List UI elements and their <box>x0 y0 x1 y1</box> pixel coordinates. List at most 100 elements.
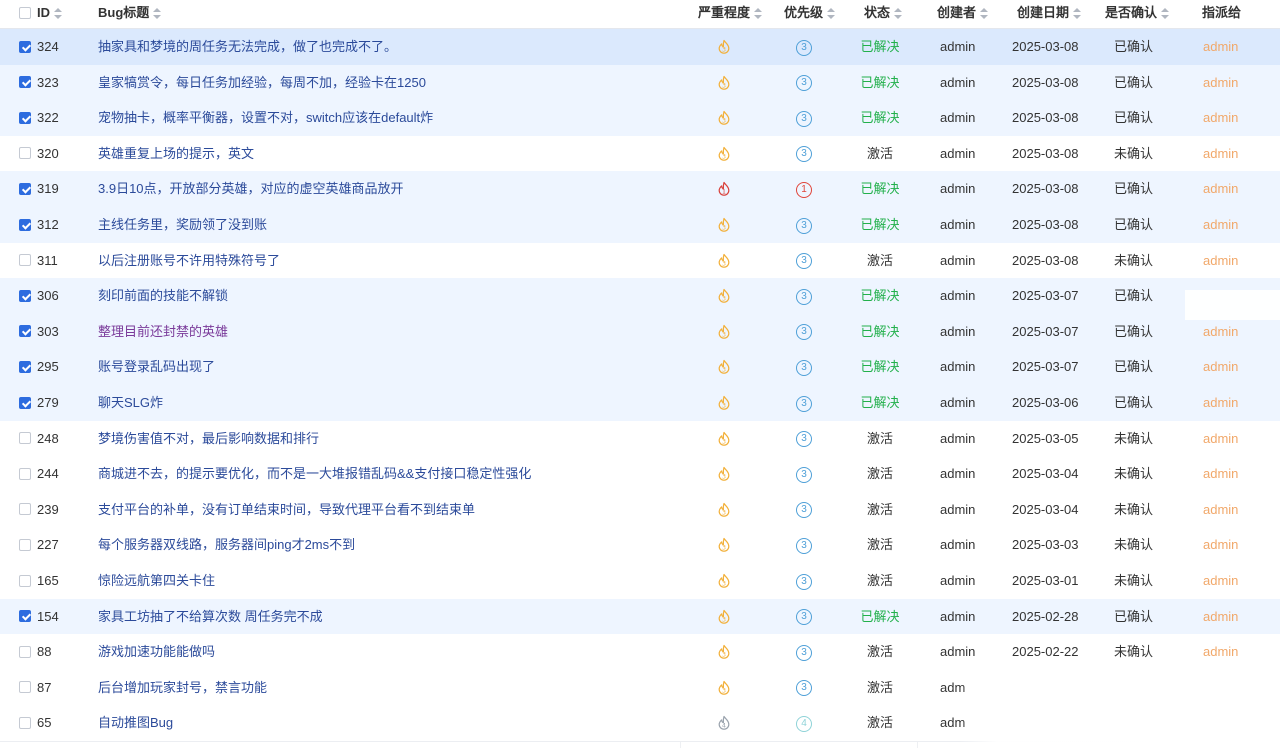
assigned-to-link[interactable]: admin <box>1203 563 1238 599</box>
row-checkbox[interactable] <box>19 111 31 124</box>
table-row[interactable]: 312 主线任务里，奖励领了没到账 3 3 已解决 admin 2025-03-… <box>0 207 1280 244</box>
column-header-severity[interactable]: 严重程度 <box>698 0 763 28</box>
row-checkbox[interactable] <box>19 254 31 267</box>
assigned-to-link[interactable]: admin <box>1203 243 1238 279</box>
row-checkbox[interactable] <box>19 645 31 658</box>
table-row[interactable]: 324 抽家具和梦境的周任务无法完成，做了也完成不了。 3 3 已解决 admi… <box>0 29 1280 66</box>
table-row[interactable]: 319 3.9日10点，开放部分英雄，对应的虚空英雄商品放开 1 1 已解决 a… <box>0 171 1280 208</box>
row-checkbox[interactable] <box>19 574 31 587</box>
row-checkbox[interactable] <box>19 467 31 480</box>
row-checkbox[interactable] <box>19 218 31 231</box>
bug-title-link[interactable]: 宠物抽卡，概率平衡器，设置不对，switch应该在default炸 <box>98 100 678 136</box>
created-date: 2025-03-07 <box>1012 288 1079 304</box>
assigned-to-link[interactable]: admin <box>1203 527 1238 563</box>
sort-icon[interactable] <box>53 7 62 20</box>
table-row[interactable]: 323 皇家犒赏令，每日任务加经验，每周不加，经验卡在1250 3 3 已解决 … <box>0 64 1280 102</box>
flame-icon: 3 <box>716 421 736 457</box>
column-header-assigned[interactable]: 指派给 <box>1202 0 1241 28</box>
creator: admin <box>940 74 976 90</box>
table-row[interactable]: 303 整理目前还封禁的英雄 3 3 已解决 admin 2025-03-07 … <box>0 313 1280 351</box>
table-row[interactable]: 239 支付平台的补单，没有订单结束时间，导致代理平台看不到结束单 3 3 激活… <box>0 491 1280 529</box>
bug-title-link[interactable]: 刻印前面的技能不解锁 <box>98 278 678 314</box>
sort-icon[interactable] <box>979 7 989 20</box>
assigned-to-link[interactable]: admin <box>1203 29 1238 65</box>
column-header-title[interactable]: Bug标题 <box>98 0 162 28</box>
row-checkbox[interactable] <box>19 396 31 409</box>
table-row[interactable]: 311 以后注册账号不许用特殊符号了 3 3 激活 admin 2025-03-… <box>0 242 1280 280</box>
bug-title-link[interactable]: 梦境伤害值不对，最后影响数据和排行 <box>98 421 678 457</box>
bug-title-link[interactable]: 支付平台的补单，没有订单结束时间，导致代理平台看不到结束单 <box>98 492 678 528</box>
row-checkbox[interactable] <box>19 610 31 623</box>
sort-icon[interactable] <box>826 7 836 20</box>
bug-title-link[interactable]: 抽家具和梦境的周任务无法完成，做了也完成不了。 <box>98 29 678 65</box>
assigned-to-link[interactable]: admin <box>1203 207 1238 243</box>
table-row[interactable]: 320 英雄重复上场的提示，英文 3 3 激活 admin 2025-03-08… <box>0 135 1280 173</box>
assigned-to-link[interactable]: admin <box>1203 136 1238 172</box>
table-row[interactable]: 227 每个服务器双线路，服务器间ping才2ms不到 3 3 激活 admin… <box>0 527 1280 564</box>
bug-title-link[interactable]: 聊天SLG炸 <box>98 385 678 421</box>
table-row[interactable]: 88 游戏加速功能能做吗 3 3 激活 admin 2025-02-22 未确认… <box>0 634 1280 671</box>
bug-title-link[interactable]: 自动推图Bug <box>98 705 678 741</box>
row-checkbox[interactable] <box>19 147 31 160</box>
svg-text:1: 1 <box>722 188 726 196</box>
column-header-status[interactable]: 状态 <box>864 0 903 28</box>
bug-title-link[interactable]: 游戏加速功能能做吗 <box>98 634 678 670</box>
assigned-to-link[interactable]: admin <box>1203 456 1238 492</box>
row-checkbox[interactable] <box>19 325 31 338</box>
bug-title-link[interactable]: 后台增加玩家封号，禁言功能 <box>98 670 678 706</box>
table-row[interactable]: 306 刻印前面的技能不解锁 3 3 已解决 admin 2025-03-07 … <box>0 278 1280 315</box>
table-row[interactable]: 279 聊天SLG炸 3 3 已解决 admin 2025-03-06 已确认 … <box>0 385 1280 422</box>
table-row[interactable]: 65 自动推图Bug 4 4 激活 adm <box>0 705 1280 742</box>
row-checkbox[interactable] <box>19 503 31 516</box>
sort-icon[interactable] <box>893 7 903 20</box>
row-checkbox[interactable] <box>19 182 31 195</box>
row-checkbox[interactable] <box>19 432 31 445</box>
row-checkbox[interactable] <box>19 681 31 694</box>
row-checkbox[interactable] <box>19 76 31 89</box>
table-row[interactable]: 295 账号登录乱码出现了 3 3 已解决 admin 2025-03-07 已… <box>0 349 1280 386</box>
bug-title-link[interactable]: 账号登录乱码出现了 <box>98 349 678 385</box>
bug-title-link[interactable]: 3.9日10点，开放部分英雄，对应的虚空英雄商品放开 <box>98 171 678 207</box>
bug-title-link[interactable]: 整理目前还封禁的英雄 <box>98 314 678 350</box>
bug-title-link[interactable]: 皇家犒赏令，每日任务加经验，每周不加，经验卡在1250 <box>98 65 678 101</box>
table-row[interactable]: 248 梦境伤害值不对，最后影响数据和排行 3 3 激活 admin 2025-… <box>0 420 1280 458</box>
bug-title-link[interactable]: 惊险远航第四关卡住 <box>98 563 678 599</box>
bug-title-link[interactable]: 商城进不去，的提示要优化，而不是一大堆报错乱码&&支付接口稳定性强化 <box>98 456 678 492</box>
sort-icon[interactable] <box>1160 7 1170 20</box>
bug-title-link[interactable]: 主线任务里，奖励领了没到账 <box>98 207 678 243</box>
row-checkbox[interactable] <box>19 40 31 53</box>
column-header-created-date[interactable]: 创建日期 <box>1017 0 1082 28</box>
assigned-to-link[interactable]: admin <box>1203 634 1238 670</box>
bug-title-link[interactable]: 英雄重复上场的提示，英文 <box>98 136 678 172</box>
select-all-checkbox[interactable] <box>19 7 31 19</box>
row-checkbox[interactable] <box>19 289 31 302</box>
row-checkbox[interactable] <box>19 538 31 551</box>
bug-title-link[interactable]: 以后注册账号不许用特殊符号了 <box>98 243 678 279</box>
table-row[interactable]: 165 惊险远航第四关卡住 3 3 激活 admin 2025-03-01 未确… <box>0 563 1280 600</box>
assigned-to-link[interactable]: admin <box>1203 100 1238 136</box>
assigned-to-link[interactable]: admin <box>1203 314 1238 350</box>
table-row[interactable]: 244 商城进不去，的提示要优化，而不是一大堆报错乱码&&支付接口稳定性强化 3… <box>0 456 1280 493</box>
sort-icon[interactable] <box>753 7 763 20</box>
assigned-to-link[interactable]: admin <box>1203 385 1238 421</box>
sort-icon[interactable] <box>152 7 162 20</box>
assigned-to-link[interactable]: admin <box>1203 599 1238 635</box>
assigned-to-link[interactable]: admin <box>1203 65 1238 101</box>
column-header-confirmed[interactable]: 是否确认 <box>1105 0 1170 28</box>
column-header-creator[interactable]: 创建者 <box>937 0 989 28</box>
row-checkbox[interactable] <box>19 716 31 729</box>
assigned-to-link[interactable]: admin <box>1203 421 1238 457</box>
column-header-priority[interactable]: 优先级 <box>784 0 836 28</box>
table-row[interactable]: 322 宠物抽卡，概率平衡器，设置不对，switch应该在default炸 3 … <box>0 100 1280 137</box>
bug-title-link[interactable]: 每个服务器双线路，服务器间ping才2ms不到 <box>98 527 678 563</box>
assigned-to-link[interactable]: admin <box>1203 492 1238 528</box>
bug-id: 244 <box>37 466 59 482</box>
bug-title-link[interactable]: 家具工坊抽了不给算次数 周任务完不成 <box>98 599 678 635</box>
table-row[interactable]: 87 后台增加玩家封号，禁言功能 3 3 激活 adm <box>0 669 1280 707</box>
table-row[interactable]: 154 家具工坊抽了不给算次数 周任务完不成 3 3 已解决 admin 202… <box>0 598 1280 636</box>
assigned-to-link[interactable]: admin <box>1203 171 1238 207</box>
row-checkbox[interactable] <box>19 360 31 373</box>
column-header-id[interactable]: ID <box>37 0 62 28</box>
assigned-to-link[interactable]: admin <box>1203 349 1238 385</box>
sort-icon[interactable] <box>1072 7 1082 20</box>
